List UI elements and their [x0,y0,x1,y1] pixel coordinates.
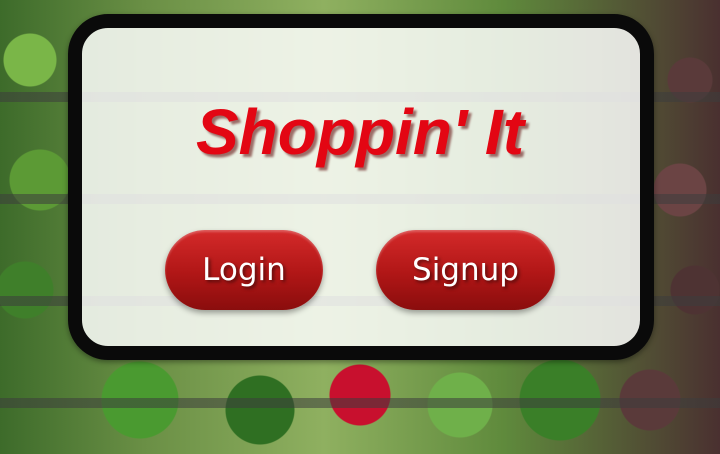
welcome-card [68,14,654,360]
signup-button[interactable]: Signup [376,230,555,310]
app-title: Shoppin' It [195,96,525,168]
login-button[interactable]: Login [165,230,323,310]
